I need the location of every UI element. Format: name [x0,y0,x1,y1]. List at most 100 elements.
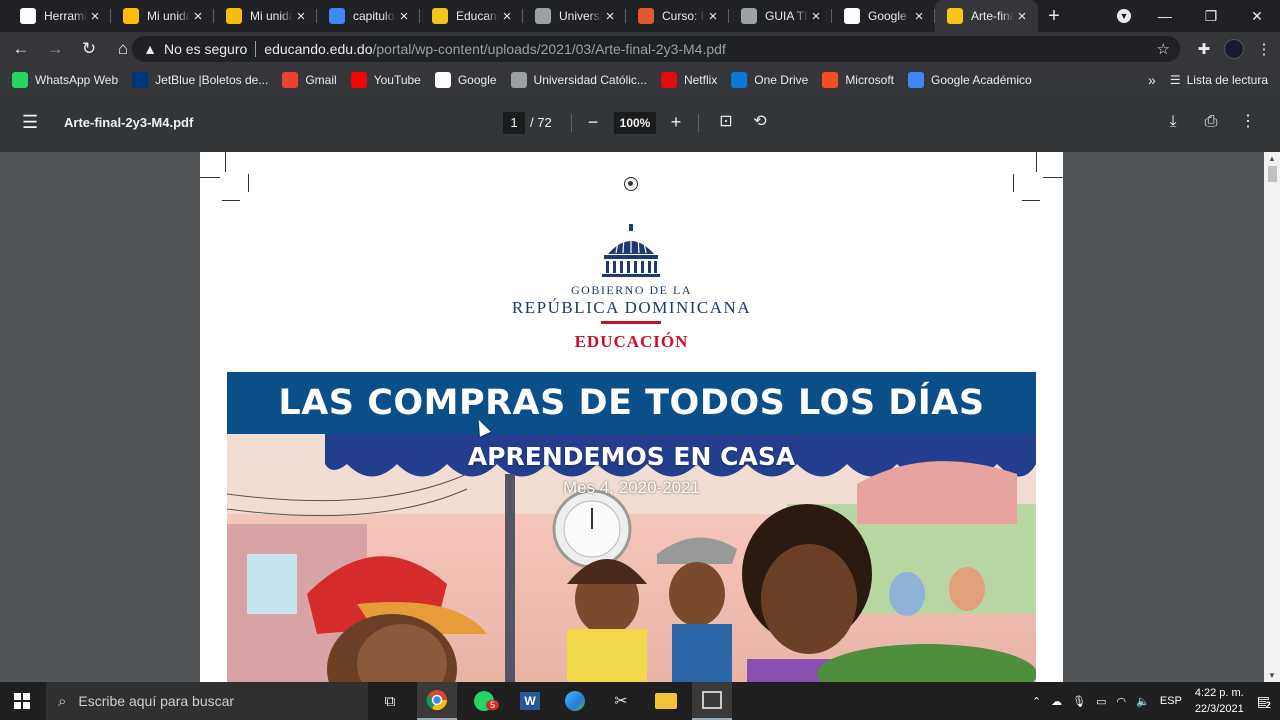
scroll-down-icon[interactable]: ▼ [1268,671,1276,680]
document-title: LAS COMPRAS DE TODOS LOS DÍAS [278,383,985,423]
bookmark-label: Microsoft [845,73,894,87]
tab[interactable]: Arte-final× [935,0,1038,32]
scroll-up-icon[interactable]: ▲ [1268,154,1276,163]
address-bar[interactable]: ▲ No es seguro educando.edu.do/portal/wp… [132,36,1180,62]
more-bookmarks-button[interactable]: » [1148,72,1156,88]
word-taskbar-icon[interactable]: W [510,682,550,720]
bookmark-item[interactable]: Microsoft [822,72,894,88]
whatsapp-taskbar-icon[interactable]: 5 [464,682,504,720]
crop-mark [1013,174,1014,192]
reading-list-button[interactable]: Lista de lectura [1187,73,1268,87]
onedrive-icon [731,72,748,88]
toolbar-actions: ✚ ⋮ [1194,34,1274,64]
tab[interactable]: Universidad× [523,0,626,32]
bookmark-item[interactable]: One Drive [731,72,808,88]
close-tab-icon[interactable]: × [602,8,618,25]
onedrive-icon[interactable]: ☁ [1051,695,1062,708]
bookmark-item[interactable]: JetBlue |Boletos de... [132,72,268,88]
maximize-button[interactable]: ❐ [1188,0,1234,32]
new-tab-button[interactable]: + [1038,0,1070,32]
bookmark-item[interactable]: Universidad Católic... [510,72,647,88]
whatsapp-badge: 5 [486,700,500,710]
reload-button[interactable]: ↻ [74,34,104,64]
warning-icon[interactable]: ▲ [142,41,158,57]
tab-search-button[interactable]: ▼ [1106,0,1142,32]
bookmark-item[interactable]: YouTube [350,72,421,88]
volume-icon[interactable]: 🔈 [1136,695,1150,708]
back-button[interactable]: ← [6,34,36,64]
gmail-icon [282,72,299,88]
document-subtitle: APRENDEMOS EN CASA [467,442,796,471]
bookmark-star-icon[interactable]: ☆ [1157,40,1170,58]
close-tab-icon[interactable]: × [396,8,412,25]
tab[interactable]: Mi unidad× [214,0,317,32]
tab[interactable]: Herramientas× [8,0,111,32]
zoom-level-input[interactable]: 100% [614,112,656,134]
pdf-viewer[interactable]: GOBIERNO DE LA REPÚBLICA DOMINICANA EDUC… [0,152,1280,682]
minimize-button[interactable]: — [1142,0,1188,32]
language-indicator[interactable]: ESP [1160,695,1182,707]
close-tab-icon[interactable]: × [87,8,103,25]
tab[interactable]: GUIA TR× [729,0,832,32]
crop-mark [1022,200,1040,201]
fit-page-icon[interactable]: ⊡ [714,110,738,134]
microphone-icon[interactable]: 🎙 [1072,695,1086,708]
print-icon[interactable]: ⎙ [1199,110,1223,134]
forward-button[interactable]: → [40,34,70,64]
wifi-icon[interactable]: ◠ [1117,695,1127,708]
photos-taskbar-icon[interactable] [692,682,732,720]
chrome-taskbar-icon[interactable] [417,682,457,720]
bookmark-item[interactable]: WhatsApp Web [12,72,118,88]
menu-icon[interactable]: ☰ [22,113,40,131]
taskbar-search[interactable]: ⌕ Escribe aquí para buscar [46,682,368,720]
close-tab-icon[interactable]: × [190,8,206,25]
tab[interactable]: Educando× [420,0,523,32]
tab[interactable]: capitulo × [317,0,420,32]
close-tab-icon[interactable]: × [911,8,927,25]
zoom-out-button[interactable]: − [581,110,605,134]
rotate-icon[interactable]: ⟲ [748,110,772,134]
download-icon[interactable]: ⤓ [1161,110,1185,134]
vertical-scrollbar[interactable]: ▲ ▼ [1264,152,1280,682]
close-tab-icon[interactable]: × [293,8,309,25]
tab-title: Universidad [559,9,602,23]
profile-avatar[interactable] [1224,39,1244,59]
tab[interactable]: Curso: In× [626,0,729,32]
close-tab-icon[interactable]: × [499,8,515,25]
close-window-button[interactable]: ✕ [1234,0,1280,32]
notifications-icon[interactable]: ▤ 2 [1257,693,1271,710]
bookmark-item[interactable]: Netflix [660,72,717,88]
page-total: / 72 [530,115,552,130]
task-view-icon[interactable]: ⧉ [370,682,410,720]
scroll-thumb[interactable] [1268,166,1277,182]
educando-icon [432,8,448,24]
url-path: /portal/wp-content/uploads/2021/03/Arte-… [372,41,726,57]
zoom-in-button[interactable]: + [664,110,688,134]
more-options-icon[interactable]: ⋮ [1236,110,1260,134]
extensions-icon[interactable]: ✚ [1194,40,1214,58]
edge-taskbar-icon[interactable] [555,682,595,720]
bookmark-item[interactable]: Google [434,72,497,88]
battery-icon[interactable]: ▭ [1096,695,1106,708]
bookmarks-bar: WhatsApp Web JetBlue |Boletos de... Gmail Y… [0,66,1280,94]
close-tab-icon[interactable]: × [808,8,824,25]
tab[interactable]: Mi unidad× [111,0,214,32]
windows-start-icon[interactable] [0,682,44,720]
bookmark-item[interactable]: Google Académico [908,72,1032,88]
chevron-up-icon[interactable]: ⌃ [1032,695,1041,708]
file-explorer-icon[interactable] [646,682,686,720]
tab-title: Curso: In [662,9,705,23]
reading-list-icon[interactable]: ☰ [1170,73,1181,87]
close-tab-icon[interactable]: × [1014,8,1030,25]
bookmark-label: Google [457,73,497,87]
snip-taskbar-icon[interactable]: ✂ [601,682,641,720]
page-number-input[interactable]: 1 [503,112,525,134]
tab-title: Mi unidad [147,9,190,23]
chrome-menu-icon[interactable]: ⋮ [1254,40,1274,58]
close-tab-icon[interactable]: × [705,8,721,25]
security-label[interactable]: No es seguro [164,41,247,57]
tab[interactable]: Google × [832,0,935,32]
bookmark-item[interactable]: Gmail [282,72,337,88]
clock[interactable]: 4:22 p. m. 22/3/2021 [1195,685,1244,717]
pdf-page: GOBIERNO DE LA REPÚBLICA DOMINICANA EDUC… [200,152,1063,682]
